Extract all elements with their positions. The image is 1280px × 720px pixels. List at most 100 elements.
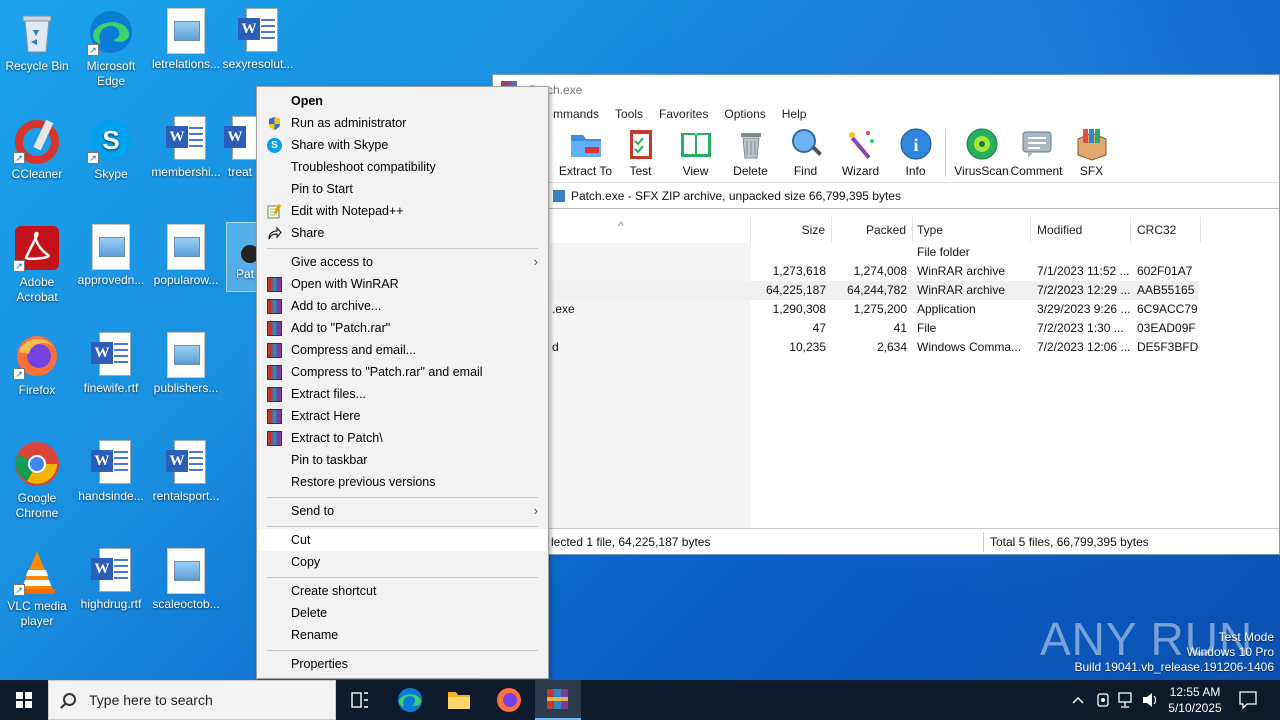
- clock[interactable]: 12:55 AM 5/10/2025: [1164, 680, 1226, 720]
- test-button[interactable]: Test: [613, 125, 668, 182]
- column-header-packed[interactable]: Packed: [832, 217, 913, 243]
- action-center-button[interactable]: [1236, 680, 1260, 720]
- taskbar-search-box[interactable]: Type here to search: [48, 680, 336, 720]
- virusscan-button[interactable]: VirusScan: [954, 125, 1009, 182]
- menu-options[interactable]: Options: [724, 103, 765, 125]
- menu-item-share[interactable]: Share: [258, 222, 547, 244]
- table-row[interactable]: 1,273,618 1,274,008 WinRAR archive 7/1/2…: [550, 262, 1279, 281]
- taskbar-file-explorer[interactable]: [436, 680, 482, 720]
- toolbar-separator: [945, 129, 946, 177]
- menu-item-run-as-administrator[interactable]: Run as administrator: [258, 112, 547, 134]
- wizard-button[interactable]: Wizard: [833, 125, 888, 182]
- desktop-icon-patch-selected[interactable]: Pat: [226, 222, 258, 292]
- menu-item-edit-with-notepad-plus-plus[interactable]: Edit with Notepad++: [258, 200, 547, 222]
- menu-item-compress-and-email[interactable]: Compress and email...: [258, 339, 547, 361]
- menu-item-label: Create shortcut: [291, 584, 377, 598]
- desktop-icon-adobe-acrobat[interactable]: ↗ Adobe Acrobat: [1, 224, 73, 305]
- desktop-icon-letrelations[interactable]: letrelations...: [150, 8, 222, 72]
- menu-item-extract-here[interactable]: Extract Here: [258, 405, 547, 427]
- desktop-icon-membershi[interactable]: W membershi...: [150, 116, 222, 180]
- menu-favorites[interactable]: Favorites: [659, 103, 708, 125]
- menu-item-send-to[interactable]: Send to ›: [258, 500, 547, 522]
- taskbar-firefox[interactable]: [486, 680, 532, 720]
- menu-item-create-shortcut[interactable]: Create shortcut: [258, 580, 547, 602]
- column-header-size[interactable]: Size: [751, 217, 832, 243]
- menu-item-troubleshoot-compatibility[interactable]: Troubleshoot compatibility: [258, 156, 547, 178]
- word-document-icon: W: [224, 116, 260, 162]
- menu-item-cut[interactable]: Cut: [258, 529, 547, 551]
- extract-to-button[interactable]: Extract To: [558, 125, 613, 182]
- uac-shield-icon: [267, 116, 282, 131]
- delete-button[interactable]: Delete: [723, 125, 778, 182]
- comment-button[interactable]: Comment: [1009, 125, 1064, 182]
- sfx-button[interactable]: SFX: [1064, 125, 1119, 182]
- column-header-type[interactable]: Type: [913, 217, 1031, 243]
- menu-item-add-to-patch-rar[interactable]: Add to "Patch.rar": [258, 317, 547, 339]
- menu-item-open-with-winrar[interactable]: Open with WinRAR: [258, 273, 547, 295]
- desktop-icon-label: Google Chrome: [15, 491, 59, 520]
- menu-item-share-with-skype[interactable]: S Share with Skype: [258, 134, 547, 156]
- table-row[interactable]: 47 41 File 7/2/2023 1:30 ... 03EAD09F: [550, 319, 1279, 338]
- test-mode-line: Test Mode: [1218, 630, 1274, 644]
- menu-item-pin-to-taskbar[interactable]: Pin to taskbar: [258, 449, 547, 471]
- menu-item-compress-to-patch-rar-and-email[interactable]: Compress to "Patch.rar" and email: [258, 361, 547, 383]
- desktop-icon-google-chrome[interactable]: Google Chrome: [1, 440, 73, 521]
- desktop-icon-treat[interactable]: W treat: [220, 116, 260, 180]
- cell-size: 1,290,308: [772, 302, 826, 316]
- table-row[interactable]: .exe 1,290,308 1,275,200 Application 3/2…: [550, 300, 1279, 319]
- find-button[interactable]: Find: [778, 125, 833, 182]
- column-header-modified[interactable]: Modified: [1031, 217, 1131, 243]
- winrar-window[interactable]: Patch.exe mmands Tools Favorites Options…: [492, 74, 1280, 555]
- image-file-icon: [92, 224, 130, 270]
- show-hidden-icons[interactable]: [1070, 680, 1086, 720]
- tray-volume-icon[interactable]: [1140, 680, 1160, 720]
- menu-commands[interactable]: mmands: [553, 103, 599, 125]
- desktop-icon-popularow[interactable]: popularow...: [150, 224, 222, 288]
- menu-item-extract-to-patch[interactable]: Extract to Patch\: [258, 427, 547, 449]
- start-button[interactable]: [0, 680, 48, 720]
- desktop-icon-rentalsport[interactable]: W rentalsport...: [150, 440, 222, 504]
- path-bar[interactable]: Patch.exe - SFX ZIP archive, unpacked si…: [493, 183, 1279, 209]
- table-row[interactable]: File folder: [550, 243, 1279, 262]
- taskbar-winrar[interactable]: [535, 680, 581, 720]
- desktop-icon-finewife[interactable]: W finewife.rtf: [75, 332, 147, 396]
- file-list[interactable]: ^ Size Packed Type Modified CRC32 File f…: [550, 217, 1279, 530]
- menu-item-copy[interactable]: Copy: [258, 551, 547, 573]
- menu-item-extract-files[interactable]: Extract files...: [258, 383, 547, 405]
- desktop-icon-handsinde[interactable]: W handsinde...: [75, 440, 147, 504]
- desktop-icon-firefox[interactable]: ↗ Firefox: [1, 332, 73, 398]
- desktop-icon-sexyresolut[interactable]: W sexyresolut...: [222, 8, 294, 72]
- desktop-icon-ccleaner[interactable]: ↗ CCleaner: [1, 116, 73, 182]
- view-button[interactable]: View: [668, 125, 723, 182]
- desktop-icon-recycle-bin[interactable]: Recycle Bin: [1, 8, 73, 74]
- desktop-icon-skype[interactable]: S ↗ Skype: [75, 116, 147, 182]
- table-row[interactable]: d 10,235 2,634 Windows Comma... 7/2/2023…: [550, 338, 1279, 357]
- tray-device-icon[interactable]: [1094, 680, 1112, 720]
- menu-tools[interactable]: Tools: [615, 103, 643, 125]
- desktop-icon-highdrug[interactable]: W highdrug.rtf: [75, 548, 147, 612]
- desktop-icon-approvedn[interactable]: approvedn...: [75, 224, 147, 288]
- taskbar-edge[interactable]: [387, 680, 433, 720]
- menu-item-give-access-to[interactable]: Give access to ›: [258, 251, 547, 273]
- menu-item-restore-previous-versions[interactable]: Restore previous versions: [258, 471, 547, 493]
- table-row-selected[interactable]: 64,225,187 64,244,782 WinRAR archive 7/2…: [550, 281, 1199, 300]
- column-header-crc32[interactable]: CRC32: [1131, 217, 1201, 243]
- menu-item-delete[interactable]: Delete: [258, 602, 547, 624]
- column-header-name[interactable]: ^: [550, 217, 751, 243]
- desktop-icon-scaleoctob[interactable]: scaleoctob...: [150, 548, 222, 612]
- menu-item-label: Extract files...: [291, 387, 367, 401]
- info-button[interactable]: i Info: [888, 125, 943, 182]
- menu-item-open[interactable]: Open: [258, 90, 547, 112]
- menu-item-rename[interactable]: Rename: [258, 624, 547, 646]
- menu-item-add-to-archive[interactable]: Add to archive...: [258, 295, 547, 317]
- tray-network-icon[interactable]: [1116, 680, 1136, 720]
- desktop-icon-vlc[interactable]: ↗ VLC media player: [1, 548, 73, 629]
- menu-item-pin-to-start[interactable]: Pin to Start: [258, 178, 547, 200]
- desktop-icon-microsoft-edge[interactable]: ↗ Microsoft Edge: [75, 8, 147, 89]
- notepad-plus-plus-icon: [267, 204, 282, 219]
- menu-help[interactable]: Help: [782, 103, 807, 125]
- menu-item-properties[interactable]: Properties: [258, 653, 547, 675]
- window-title-bar[interactable]: Patch.exe: [493, 75, 1279, 103]
- desktop-icon-publishers[interactable]: publishers...: [150, 332, 222, 396]
- task-view-button[interactable]: [337, 680, 383, 720]
